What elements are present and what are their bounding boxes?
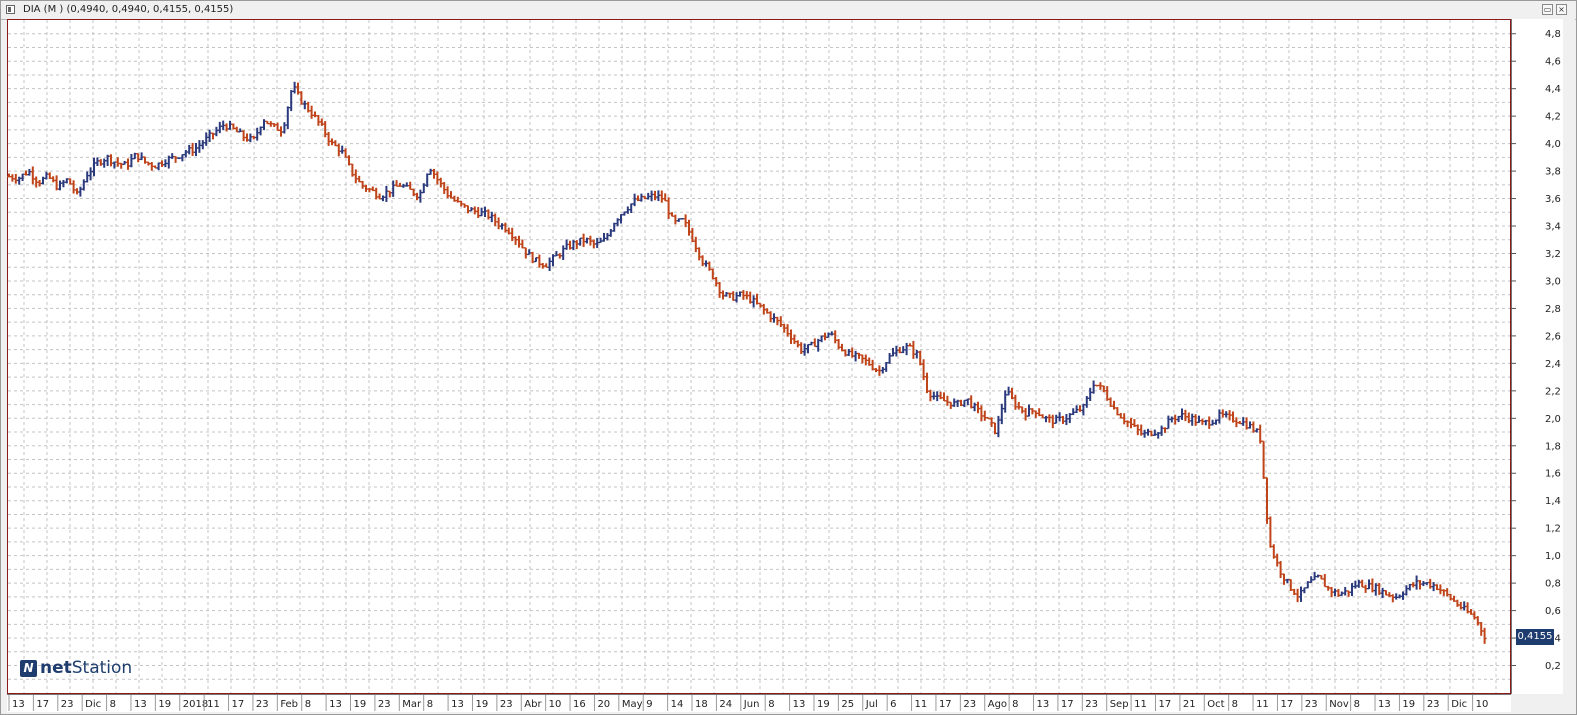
- x-tick-label: 13: [1037, 699, 1050, 710]
- y-tick-label: 3,8: [1545, 167, 1561, 178]
- price-chart: 4,8 4,6 4,4 4,2 4,0 3,8 3,6 3,4 3,2 3,0 2,8 2,6 2,4 2…: [7, 20, 1561, 711]
- y-tick-label: 2,6: [1545, 331, 1561, 342]
- x-tick-label: 13: [12, 699, 25, 710]
- y-tick-label: 2,2: [1545, 386, 1561, 397]
- y-tick-label: 3,2: [1545, 249, 1561, 260]
- x-tick-label: 6: [890, 699, 896, 710]
- x-tick-label: 17: [1280, 699, 1293, 710]
- y-tick-label: 1,4: [1545, 496, 1561, 507]
- x-tick-label: 13: [134, 699, 147, 710]
- x-tick-label: 20: [597, 699, 610, 710]
- x-tick-label: Nov: [1329, 699, 1349, 710]
- y-tick-label: 4,2: [1545, 112, 1561, 123]
- x-tick-label: 17: [939, 699, 952, 710]
- y-tick-label: 0,6: [1545, 606, 1561, 617]
- x-tick-label: 23: [1305, 699, 1318, 710]
- x-tick-label: 19: [1402, 699, 1415, 710]
- y-tick-label: 1,6: [1545, 469, 1561, 480]
- x-tick-label: 16: [573, 699, 586, 710]
- x-tick-label: Jun: [743, 699, 760, 710]
- y-tick-label: 1,2: [1545, 524, 1561, 535]
- x-tick-label: 23: [1085, 699, 1098, 710]
- x-tick-label: 19: [475, 699, 488, 710]
- x-tick-label: Oct: [1207, 699, 1224, 710]
- x-tick-label: Dic: [85, 699, 101, 710]
- x-tick-label: 23: [256, 699, 269, 710]
- x-tick-label: 17: [1158, 699, 1171, 710]
- logo-text-net: net: [40, 658, 72, 678]
- x-tick-label: 23: [963, 699, 976, 710]
- x-tick-label: 13: [793, 699, 806, 710]
- x-tick-label: 17: [36, 699, 49, 710]
- x-tick-label: 9: [646, 699, 652, 710]
- y-tick-label: 4,4: [1545, 84, 1561, 95]
- x-tick-label: 14: [671, 699, 684, 710]
- y-tick-label: 4,6: [1545, 57, 1561, 68]
- x-tick-label: 17: [1061, 699, 1074, 710]
- x-tick-label: 11: [915, 699, 928, 710]
- x-tick-label: 25: [841, 699, 854, 710]
- x-tick-label: 19: [158, 699, 171, 710]
- x-tick-label: 10: [549, 699, 562, 710]
- x-tick-label: 21: [1183, 699, 1196, 710]
- x-tick-label: 8: [110, 699, 116, 710]
- x-tick-label: 8: [1232, 699, 1238, 710]
- x-tick-label: 19: [354, 699, 367, 710]
- x-tick-label: 23: [1427, 699, 1440, 710]
- x-tick-label: Ago: [988, 699, 1007, 710]
- logo-text-station: Station: [71, 658, 133, 678]
- x-tick-label: Sep: [1110, 699, 1129, 710]
- x-tick-label: 18: [695, 699, 708, 710]
- y-tick-label: 3,6: [1545, 194, 1561, 205]
- y-tick-label: 2,8: [1545, 304, 1561, 315]
- x-tick-label: 11: [1134, 699, 1147, 710]
- y-tick-label: 2,4: [1545, 359, 1561, 370]
- x-tick-label: 8: [1354, 699, 1360, 710]
- x-tick-label: 17: [232, 699, 245, 710]
- x-tick-label: Jul: [865, 699, 878, 710]
- x-tick-label: 8: [427, 699, 433, 710]
- x-tick-label: 11: [207, 699, 220, 710]
- y-tick-label: 0,2: [1545, 661, 1561, 672]
- y-tick-label: 0,8: [1545, 579, 1561, 590]
- x-tick-label: 13: [1378, 699, 1391, 710]
- y-tick-label: 3,0: [1545, 276, 1561, 287]
- netstation-logo: N net Station: [20, 658, 132, 678]
- x-tick-label: 13: [451, 699, 464, 710]
- y-tick-label: 4,8: [1545, 29, 1561, 40]
- x-tick-label: 24: [719, 699, 732, 710]
- x-tick-label: 23: [500, 699, 513, 710]
- y-tick-label: 1,8: [1545, 441, 1561, 452]
- netstation-logo-icon: N: [20, 659, 37, 677]
- y-tick-label: 2,0: [1545, 414, 1561, 425]
- x-tick-label: Feb: [280, 699, 298, 710]
- x-tick-label: 13: [329, 699, 342, 710]
- x-tick-label: 8: [768, 699, 774, 710]
- y-tick-label: 1,0: [1545, 551, 1561, 562]
- x-tick-label: May: [622, 699, 643, 710]
- y-tick-label: 4,0: [1545, 139, 1561, 150]
- x-tick-label: 23: [61, 699, 74, 710]
- y-tick-label: 3,4: [1545, 222, 1561, 233]
- x-tick-label: Mar: [402, 699, 422, 710]
- x-tick-label: Dic: [1451, 699, 1467, 710]
- x-tick-label: 10: [1476, 699, 1489, 710]
- x-tick-label: 23: [378, 699, 391, 710]
- last-price-tag: 0,4155: [1516, 629, 1554, 645]
- x-tick-label: 8: [305, 699, 311, 710]
- x-tick-label: Abr: [524, 699, 542, 710]
- x-tick-label: 11: [1256, 699, 1269, 710]
- x-tick-label: 8: [1012, 699, 1018, 710]
- x-tick-label: 19: [817, 699, 830, 710]
